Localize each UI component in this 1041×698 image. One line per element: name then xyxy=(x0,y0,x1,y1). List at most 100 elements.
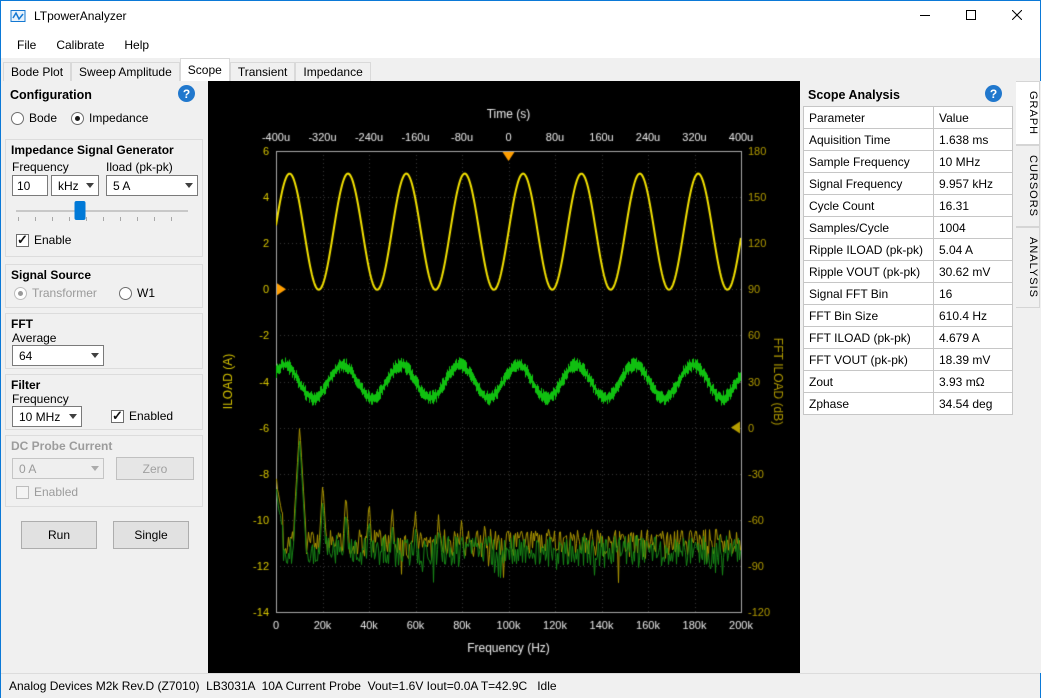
radio-bode-label: Bode xyxy=(29,111,57,125)
radio-bode[interactable]: Bode xyxy=(11,111,57,125)
config-panel: Configuration Bode Impedance Impedance S… xyxy=(1,81,208,673)
radio-w1-circle xyxy=(119,287,132,300)
enable-checkbox[interactable]: Enable xyxy=(16,233,71,247)
checkbox-box xyxy=(111,410,124,423)
scope-canvas[interactable] xyxy=(208,81,800,673)
help-icon-config[interactable] xyxy=(178,85,195,102)
analysis-value: 4.679 A xyxy=(934,327,1013,349)
analysis-column-header: Value xyxy=(934,107,1013,129)
fft-average-select[interactable]: 64 xyxy=(12,345,104,366)
analysis-value: 10 MHz xyxy=(934,151,1013,173)
slider-track xyxy=(16,210,188,212)
tab-impedance[interactable]: Impedance xyxy=(295,62,370,81)
mode-radio-group: Bode Impedance xyxy=(11,111,148,125)
close-icon xyxy=(1012,7,1022,25)
fft-group: FFT Average 64 xyxy=(5,313,203,369)
frequency-unit-select[interactable]: kHz xyxy=(51,175,99,196)
fft-average-label: Average xyxy=(12,331,56,345)
analysis-value: 34.54 deg xyxy=(934,393,1013,415)
analysis-parameter: Signal Frequency xyxy=(804,173,934,195)
radio-transformer: Transformer xyxy=(14,286,97,300)
run-button[interactable]: Run xyxy=(21,521,97,549)
zero-button: Zero xyxy=(116,457,194,480)
tab-transient[interactable]: Transient xyxy=(230,62,296,81)
tab-scope[interactable]: Scope xyxy=(180,58,230,81)
app-window: LTpowerAnalyzer FileCalibrateHelp Bode P… xyxy=(0,0,1041,698)
iload-select[interactable]: 5 A xyxy=(106,175,198,196)
table-row: Signal FFT Bin16 xyxy=(804,283,1013,305)
analysis-panel: Scope Analysis ParameterValue Aquisition… xyxy=(800,81,1016,673)
radio-impedance[interactable]: Impedance xyxy=(71,111,148,125)
filter-frequency-select[interactable]: 10 MHz xyxy=(12,406,82,427)
close-button[interactable] xyxy=(994,1,1040,31)
analysis-value: 3.93 mΩ xyxy=(934,371,1013,393)
table-row: Ripple ILOAD (pk-pk)5.04 A xyxy=(804,239,1013,261)
table-row: Sample Frequency10 MHz xyxy=(804,151,1013,173)
maximize-button[interactable] xyxy=(948,1,994,31)
single-button[interactable]: Single xyxy=(113,521,189,549)
iload-slider xyxy=(16,200,188,224)
analysis-value: 18.39 mV xyxy=(934,349,1013,371)
iload-label: Iload (pk-pk) xyxy=(106,160,173,174)
titlebar[interactable]: LTpowerAnalyzer xyxy=(1,1,1040,31)
chevron-down-icon xyxy=(185,183,193,188)
tab-strip: Bode PlotSweep AmplitudeScopeTransientIm… xyxy=(1,58,1040,81)
slider-handle[interactable] xyxy=(74,201,85,220)
tab-bode-plot[interactable]: Bode Plot xyxy=(3,62,71,81)
analysis-parameter: Zout xyxy=(804,371,934,393)
signal-source-group: Signal Source Transformer W1 xyxy=(5,264,203,308)
dc-probe-enabled-label: Enabled xyxy=(34,485,78,499)
table-row: Aquisition Time1.638 ms xyxy=(804,129,1013,151)
analysis-parameter: Signal FFT Bin xyxy=(804,283,934,305)
frequency-input[interactable] xyxy=(12,175,48,196)
slider-ticks xyxy=(18,217,186,221)
analysis-table: ParameterValue Aquisition Time1.638 msSa… xyxy=(803,106,1013,415)
dc-probe-value: 0 A xyxy=(19,462,36,476)
analysis-value: 1004 xyxy=(934,217,1013,239)
fft-average-value: 64 xyxy=(19,349,32,363)
analysis-parameter: Samples/Cycle xyxy=(804,217,934,239)
fft-title: FFT xyxy=(11,317,33,331)
table-row: Zout3.93 mΩ xyxy=(804,371,1013,393)
analysis-parameter: Cycle Count xyxy=(804,195,934,217)
radio-w1-label: W1 xyxy=(137,286,155,300)
analysis-value: 610.4 Hz xyxy=(934,305,1013,327)
frequency-label: Frequency xyxy=(12,160,69,174)
minimize-button[interactable] xyxy=(902,1,948,31)
window-controls xyxy=(902,1,1040,31)
help-icon-analysis[interactable] xyxy=(985,85,1002,102)
analysis-parameter: FFT ILOAD (pk-pk) xyxy=(804,327,934,349)
generator-title: Impedance Signal Generator xyxy=(11,143,174,157)
tab-sweep-amplitude[interactable]: Sweep Amplitude xyxy=(71,62,180,81)
menu-item-calibrate[interactable]: Calibrate xyxy=(46,34,114,56)
maximize-icon xyxy=(966,7,976,25)
enable-label: Enable xyxy=(34,233,71,247)
analysis-value: 30.62 mV xyxy=(934,261,1013,283)
analysis-parameter: Aquisition Time xyxy=(804,129,934,151)
analysis-parameter: Zphase xyxy=(804,393,934,415)
table-row: Ripple VOUT (pk-pk)30.62 mV xyxy=(804,261,1013,283)
side-tab-analysis[interactable]: ANALYSIS xyxy=(1016,227,1040,308)
side-tab-graph[interactable]: GRAPH xyxy=(1016,81,1040,145)
analysis-title: Scope Analysis xyxy=(808,88,900,102)
table-row: Zphase34.54 deg xyxy=(804,393,1013,415)
side-tab-cursors[interactable]: CURSORS xyxy=(1016,145,1040,227)
radio-w1[interactable]: W1 xyxy=(119,286,155,300)
menu-item-help[interactable]: Help xyxy=(114,34,159,56)
config-title: Configuration xyxy=(10,88,92,102)
analysis-value: 1.638 ms xyxy=(934,129,1013,151)
menu-item-file[interactable]: File xyxy=(7,34,46,56)
dc-probe-title: DC Probe Current xyxy=(11,439,112,453)
filter-title: Filter xyxy=(11,378,40,392)
analysis-parameter: FFT Bin Size xyxy=(804,305,934,327)
analysis-value: 5.04 A xyxy=(934,239,1013,261)
table-row: Cycle Count16.31 xyxy=(804,195,1013,217)
analysis-parameter: Ripple VOUT (pk-pk) xyxy=(804,261,934,283)
filter-frequency-value: 10 MHz xyxy=(19,410,60,424)
minimize-icon xyxy=(920,7,930,25)
signal-source-title: Signal Source xyxy=(11,268,91,282)
table-row: FFT Bin Size610.4 Hz xyxy=(804,305,1013,327)
filter-enabled-checkbox[interactable]: Enabled xyxy=(111,409,173,423)
analysis-table-header-row: ParameterValue xyxy=(804,107,1013,129)
status-bar: Analog Devices M2k Rev.D (Z7010) LB3031A… xyxy=(1,673,1040,698)
